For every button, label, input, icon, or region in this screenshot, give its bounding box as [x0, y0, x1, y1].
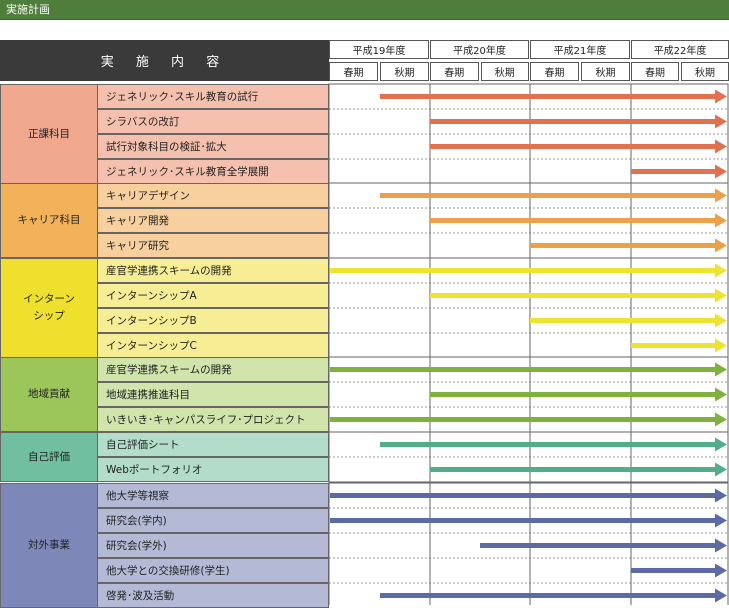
- timeline-chart: [328, 83, 729, 605]
- grid-block: [328, 431, 729, 483]
